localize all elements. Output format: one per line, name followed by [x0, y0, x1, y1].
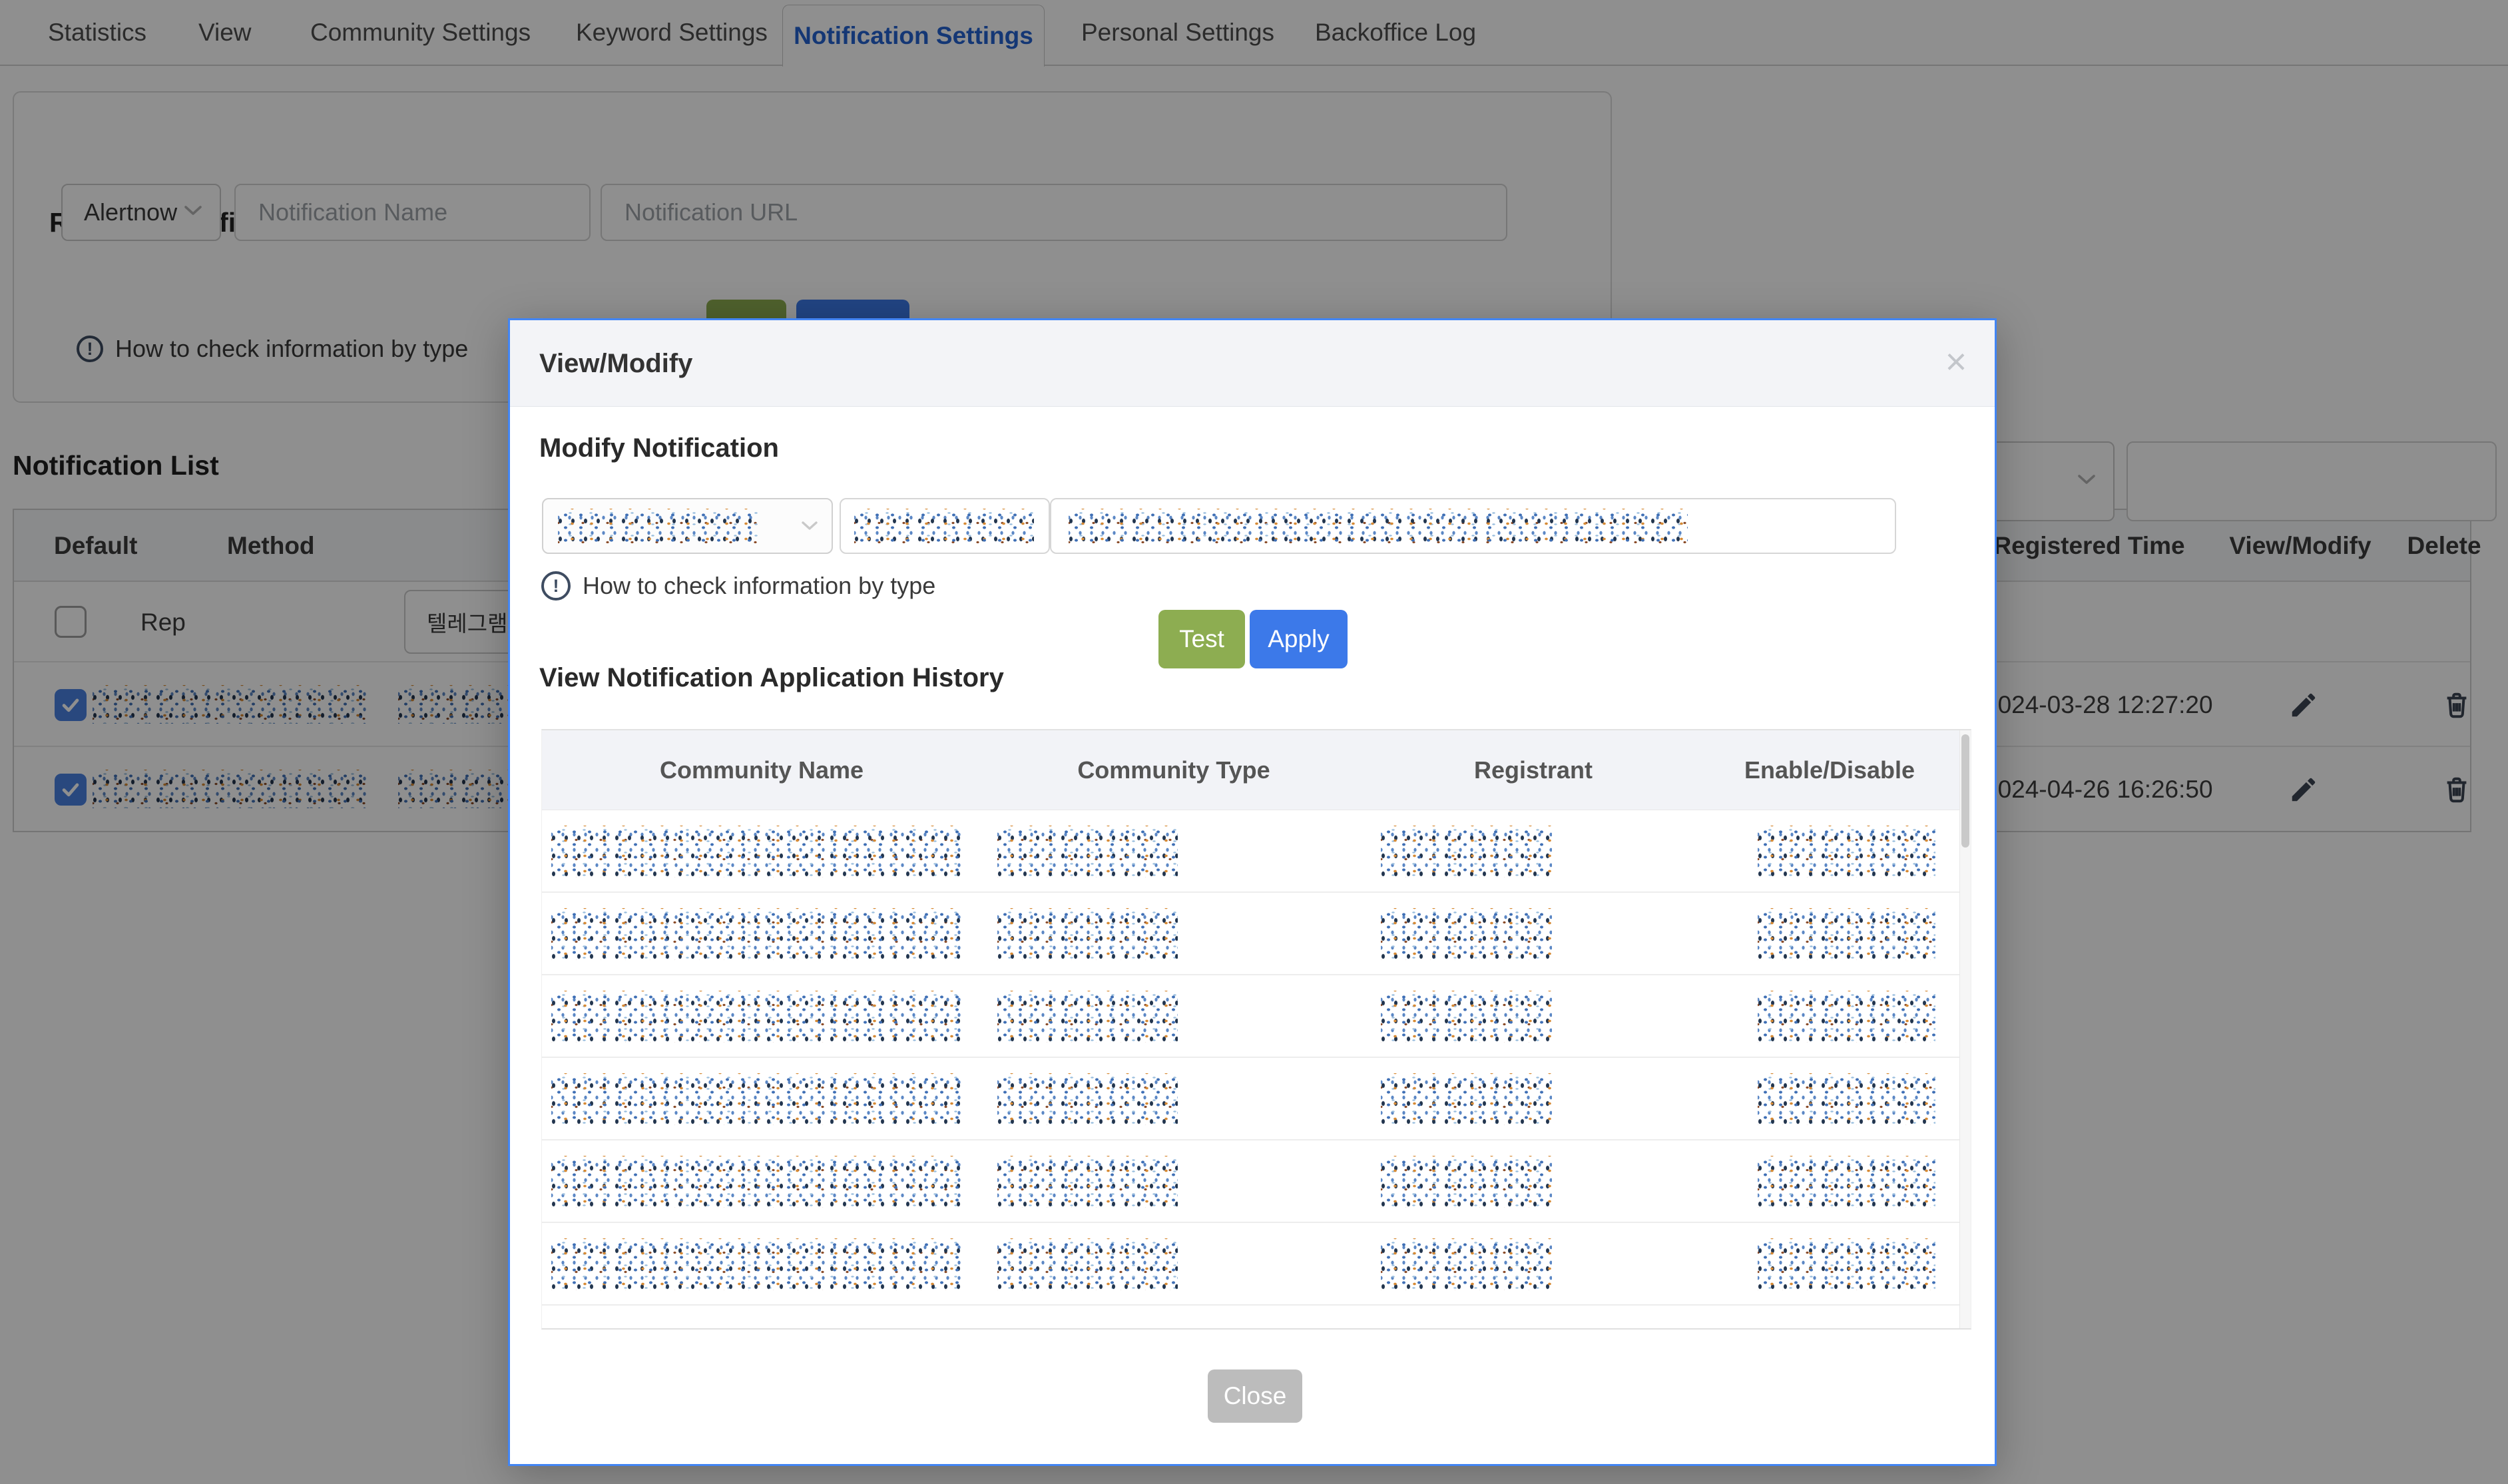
- history-rows: [542, 810, 1960, 1306]
- redacted-cell: [997, 826, 1178, 877]
- history-row: [542, 975, 1960, 1058]
- info-label: How to check information by type: [583, 572, 935, 600]
- test-button[interactable]: Test: [1158, 610, 1245, 668]
- apply-button[interactable]: Apply: [1250, 610, 1348, 668]
- col-registrant: Registrant: [1420, 730, 1646, 810]
- history-row: [542, 893, 1960, 975]
- redacted-cell: [551, 826, 963, 877]
- col-community-name: Community Name: [628, 730, 895, 810]
- redacted-cell: [1381, 1238, 1552, 1290]
- redacted-cell: [1758, 1073, 1935, 1125]
- history-row: [542, 1140, 1960, 1223]
- history-table: Community Name Community Type Registrant…: [541, 729, 1971, 1330]
- close-icon[interactable]: ×: [1935, 320, 1977, 407]
- scrollbar-thumb[interactable]: [1961, 734, 1969, 848]
- modal-header: View/Modify ×: [510, 320, 1995, 407]
- app-window: Statistics View Community Settings Keywo…: [0, 0, 2508, 1484]
- redacted-cell: [551, 1238, 963, 1290]
- redacted-cell: [1381, 1073, 1552, 1125]
- redacted-cell: [1381, 826, 1552, 877]
- redacted-cell: [997, 1156, 1178, 1208]
- redacted-cell: [551, 991, 963, 1043]
- redacted-cell: [997, 991, 1178, 1043]
- modal-name-input[interactable]: [840, 498, 1050, 554]
- modal-title: View/Modify: [539, 320, 692, 407]
- modal-url-input[interactable]: [1050, 498, 1896, 554]
- close-button[interactable]: Close: [1208, 1369, 1302, 1423]
- redacted-cell: [1381, 908, 1552, 960]
- history-row: [542, 810, 1960, 893]
- redacted-cell: [997, 1073, 1178, 1125]
- redacted-cell: [551, 1156, 963, 1208]
- redacted-cell: [1381, 1156, 1552, 1208]
- redacted-cell: [1758, 908, 1935, 960]
- redacted-cell: [551, 908, 963, 960]
- redacted-value: [558, 509, 758, 543]
- redacted-value: [854, 509, 1034, 543]
- history-row: [542, 1223, 1960, 1306]
- info-icon: !: [541, 571, 571, 601]
- redacted-cell: [997, 1238, 1178, 1290]
- history-section-title: View Notification Application History: [539, 663, 1004, 693]
- col-community-type: Community Type: [1041, 730, 1307, 810]
- modal-provider-select[interactable]: [542, 498, 833, 554]
- view-modify-modal: View/Modify × Modify Notification ! How …: [508, 318, 1997, 1466]
- col-enable-disable: Enable/Disable: [1716, 730, 1943, 810]
- redacted-cell: [1758, 991, 1935, 1043]
- history-row: [542, 1058, 1960, 1140]
- chevron-down-icon: [801, 521, 818, 535]
- redacted-cell: [1758, 1156, 1935, 1208]
- redacted-value: [1069, 509, 1688, 543]
- modify-notification-title: Modify Notification: [539, 433, 779, 463]
- history-table-header: Community Name Community Type Registrant…: [542, 730, 1971, 810]
- redacted-cell: [551, 1073, 963, 1125]
- redacted-cell: [997, 908, 1178, 960]
- scrollbar-track: [1959, 730, 1971, 1328]
- redacted-cell: [1381, 991, 1552, 1043]
- redacted-cell: [1758, 826, 1935, 877]
- modal-info-how-to-check[interactable]: ! How to check information by type: [541, 571, 935, 601]
- redacted-cell: [1758, 1238, 1935, 1290]
